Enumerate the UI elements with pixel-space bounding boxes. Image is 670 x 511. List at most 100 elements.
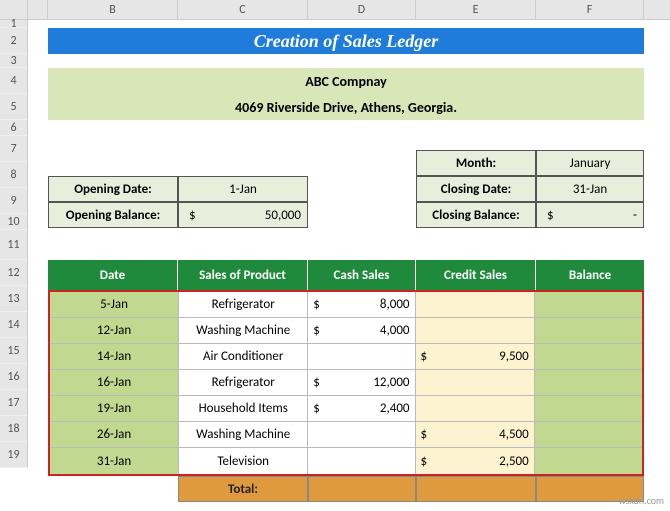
- cell-date[interactable]: 14-Jan: [50, 344, 179, 369]
- table-total-row: Total:: [48, 476, 644, 502]
- cell-product[interactable]: Television: [179, 448, 308, 474]
- cell-credit[interactable]: [416, 318, 535, 343]
- row-header-col: 1 2 3 4 5 6 7 8 9 10 11 12 13 14 15 16 1…: [0, 20, 28, 468]
- cell-product[interactable]: Refrigerator: [179, 370, 308, 395]
- row-header[interactable]: 16: [0, 364, 28, 390]
- cell-credit[interactable]: $4,500: [416, 422, 535, 447]
- cell-product[interactable]: Air Conditioner: [179, 344, 308, 369]
- month-row: Month: January: [416, 150, 644, 176]
- currency-symbol: $: [543, 208, 592, 223]
- row-header[interactable]: 9: [0, 188, 28, 214]
- month-value[interactable]: January: [536, 150, 644, 176]
- opening-date-label: Opening Date:: [48, 176, 178, 202]
- cell-credit[interactable]: [416, 396, 535, 421]
- table-row: 14-JanAir Conditioner $9,500: [50, 344, 642, 370]
- opening-balance-value[interactable]: $ 50,000: [178, 202, 308, 228]
- spreadsheet-grid: B C D E F 1 2 3 4 5 6 7 8 9 10 11 12 13 …: [0, 0, 670, 511]
- row-header[interactable]: 3: [0, 54, 28, 68]
- row-header[interactable]: 18: [0, 416, 28, 442]
- total-credit[interactable]: [416, 476, 536, 502]
- row-header[interactable]: 17: [0, 390, 28, 416]
- row-header[interactable]: 2: [0, 28, 28, 54]
- cell-date[interactable]: 12-Jan: [50, 318, 179, 343]
- total-blank: [48, 476, 178, 502]
- cell-cash[interactable]: $8,000: [308, 292, 415, 317]
- table-body: 5-JanRefrigerator$8,00012-JanWashing Mac…: [48, 290, 644, 476]
- company-name: ABC Compnay: [48, 68, 644, 94]
- table-row: 31-JanTelevision $2,500: [50, 448, 642, 474]
- col-header-C[interactable]: C: [178, 0, 308, 19]
- closing-date-value[interactable]: 31-Jan: [536, 176, 644, 202]
- opening-balance-label: Opening Balance:: [48, 202, 178, 228]
- total-cash[interactable]: [308, 476, 416, 502]
- row-header[interactable]: 13: [0, 286, 28, 312]
- row-header[interactable]: 4: [0, 68, 28, 94]
- cell-date[interactable]: 26-Jan: [50, 422, 179, 447]
- cell-credit[interactable]: [416, 292, 535, 317]
- cell-cash[interactable]: [308, 422, 415, 447]
- row-header[interactable]: 11: [0, 230, 28, 260]
- cell-balance[interactable]: [535, 448, 642, 474]
- currency-symbol: $: [185, 208, 265, 223]
- watermark: wsxdn.com: [619, 494, 664, 507]
- row-header[interactable]: 6: [0, 120, 28, 136]
- th-product: Sales of Product: [178, 260, 308, 290]
- col-header-A[interactable]: [28, 0, 48, 19]
- cell-balance[interactable]: [535, 292, 642, 317]
- cell-date[interactable]: 19-Jan: [50, 396, 179, 421]
- row-header[interactable]: 1: [0, 20, 28, 28]
- total-label: Total:: [178, 476, 308, 502]
- col-header-B[interactable]: B: [48, 0, 178, 19]
- closing-date-row: Closing Date: 31-Jan: [416, 176, 644, 202]
- th-balance: Balance: [536, 260, 644, 290]
- opening-date-value[interactable]: 1-Jan: [178, 176, 308, 202]
- cell-balance[interactable]: [535, 370, 642, 395]
- cell-credit[interactable]: $2,500: [416, 448, 535, 474]
- col-header-D[interactable]: D: [308, 0, 416, 19]
- cell-balance[interactable]: [535, 344, 642, 369]
- opening-balance-amount: 50,000: [265, 208, 301, 223]
- opening-balance-row: Opening Balance: $ 50,000: [48, 202, 308, 228]
- cell-product[interactable]: Refrigerator: [179, 292, 308, 317]
- cell-product[interactable]: Washing Machine: [179, 318, 308, 343]
- cell-cash[interactable]: [308, 344, 415, 369]
- row-header[interactable]: 10: [0, 214, 28, 230]
- company-address: 4069 Riverside Drive, Athens, Georgia.: [48, 94, 644, 120]
- page-title: Creation of Sales Ledger: [48, 28, 644, 54]
- row-header[interactable]: 15: [0, 338, 28, 364]
- cell-product[interactable]: Household Items: [179, 396, 308, 421]
- table-row: 12-JanWashing Machine$4,000: [50, 318, 642, 344]
- cell-balance[interactable]: [535, 422, 642, 447]
- closing-balance-amount: -: [592, 208, 637, 223]
- cell-date[interactable]: 16-Jan: [50, 370, 179, 395]
- month-label: Month:: [416, 150, 536, 176]
- table-row: 26-JanWashing Machine $4,500: [50, 422, 642, 448]
- table-row: 16-JanRefrigerator$12,000: [50, 370, 642, 396]
- cell-product[interactable]: Washing Machine: [179, 422, 308, 447]
- th-cash: Cash Sales: [308, 260, 416, 290]
- th-date: Date: [48, 260, 178, 290]
- cell-cash[interactable]: $12,000: [308, 370, 415, 395]
- cell-cash[interactable]: $2,400: [308, 396, 415, 421]
- table-row: 5-JanRefrigerator$8,000: [50, 292, 642, 318]
- cell-balance[interactable]: [535, 396, 642, 421]
- cell-credit[interactable]: [416, 370, 535, 395]
- row-header[interactable]: 7: [0, 136, 28, 162]
- row-header[interactable]: 14: [0, 312, 28, 338]
- col-header-E[interactable]: E: [416, 0, 536, 19]
- row-header[interactable]: 12: [0, 260, 28, 286]
- cell-cash[interactable]: $4,000: [308, 318, 415, 343]
- closing-balance-label: Closing Balance:: [416, 202, 536, 228]
- row-header[interactable]: 8: [0, 162, 28, 188]
- col-header-F[interactable]: F: [536, 0, 644, 19]
- opening-date-row: Opening Date: 1-Jan: [48, 176, 308, 202]
- closing-balance-value[interactable]: $ -: [536, 202, 644, 228]
- table-row: 19-JanHousehold Items$2,400: [50, 396, 642, 422]
- row-header[interactable]: 5: [0, 94, 28, 120]
- cell-credit[interactable]: $9,500: [416, 344, 535, 369]
- cell-balance[interactable]: [535, 318, 642, 343]
- row-header[interactable]: 19: [0, 442, 28, 468]
- cell-date[interactable]: 31-Jan: [50, 448, 179, 474]
- cell-date[interactable]: 5-Jan: [50, 292, 179, 317]
- cell-cash[interactable]: [308, 448, 415, 474]
